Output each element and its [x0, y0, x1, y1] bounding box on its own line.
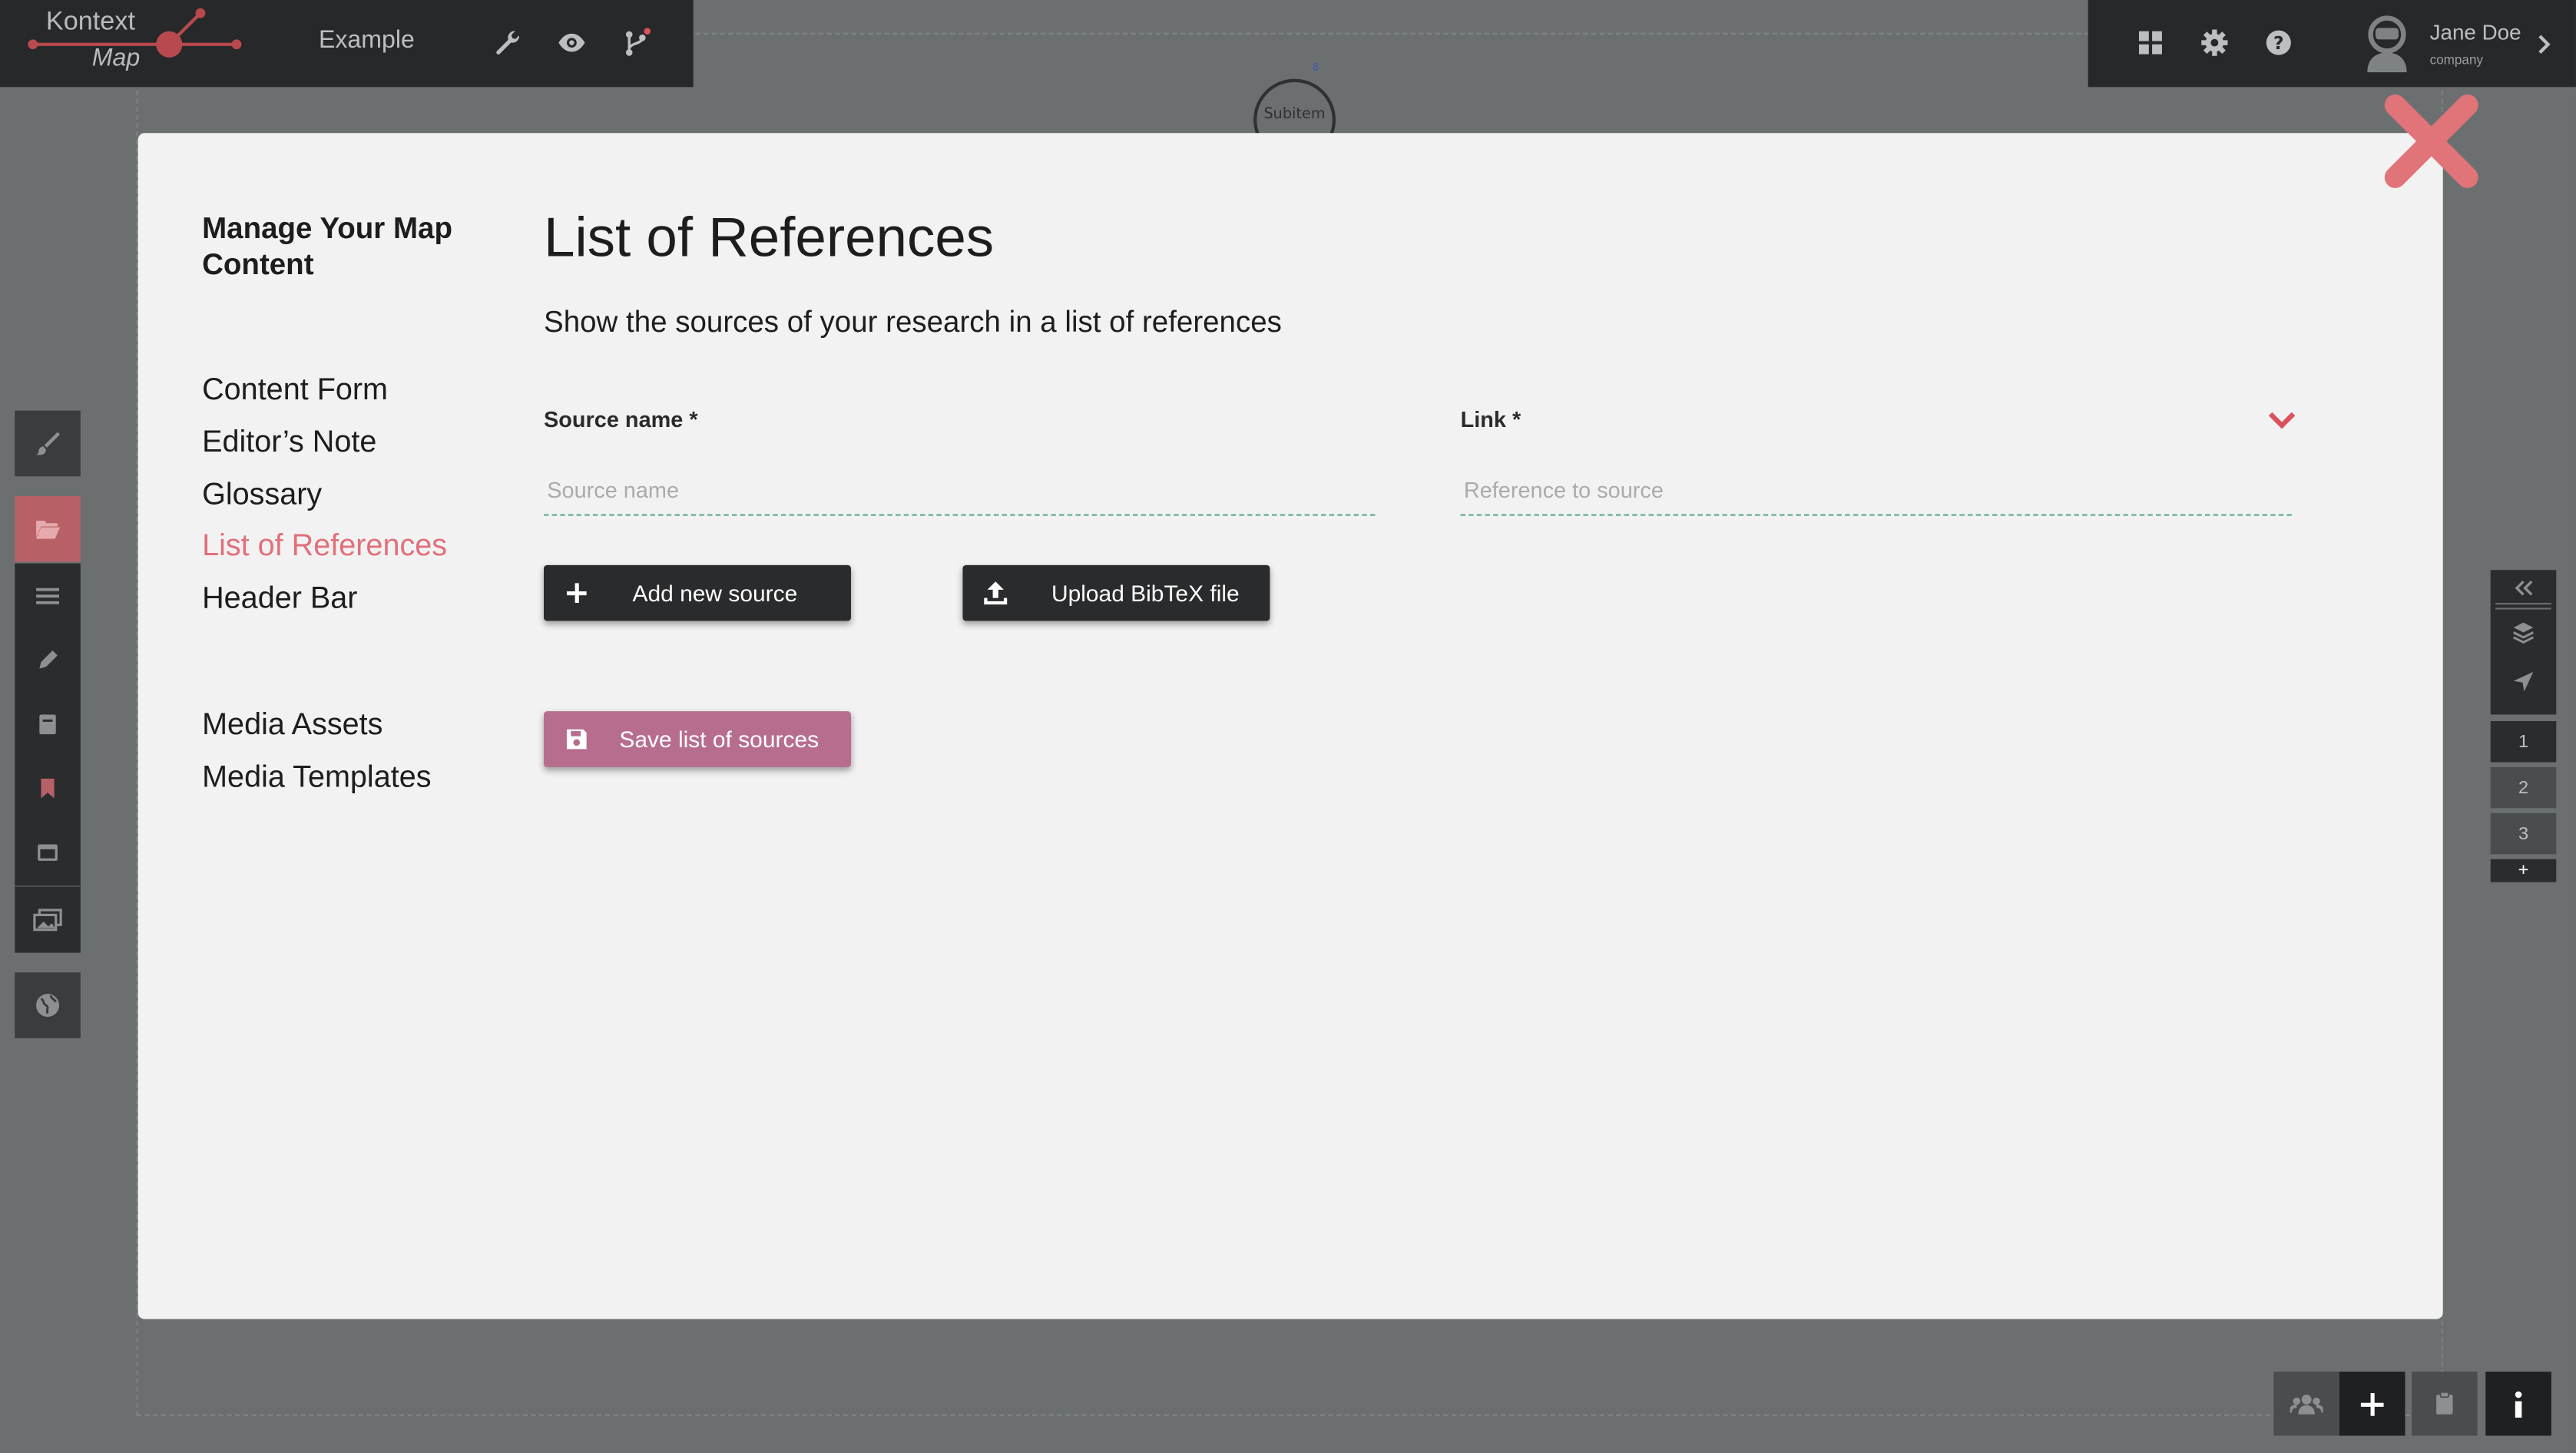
grid-icon[interactable]	[2136, 28, 2166, 58]
content-toolbar	[15, 563, 81, 953]
map-name[interactable]: Example	[319, 26, 415, 54]
add-new-source-label: Add new source	[632, 580, 798, 607]
clipboard-button[interactable]	[2412, 1372, 2478, 1436]
upload-bibtex-label: Upload BibTeX file	[1051, 580, 1240, 607]
chevron-down-icon[interactable]	[2267, 409, 2297, 432]
sidebar-item-media-assets[interactable]: Media Assets	[202, 707, 382, 743]
sidebar-item-content-form[interactable]: Content Form	[202, 371, 388, 407]
chevron-right-icon[interactable]	[2535, 33, 2551, 56]
save-sources-label: Save list of sources	[619, 726, 819, 753]
eye-icon[interactable]	[557, 28, 587, 58]
page-title: List of References	[544, 207, 995, 270]
wrench-icon[interactable]	[493, 28, 523, 58]
avatar-icon[interactable]	[2359, 13, 2415, 75]
link-label: Link *	[1460, 407, 1521, 432]
sidebar-item-list-of-references[interactable]: List of References	[202, 528, 447, 564]
clipboard-icon	[2436, 1391, 2453, 1415]
logo-subtitle: Map	[91, 44, 141, 73]
right-toolbar	[2490, 570, 2557, 715]
top-bar-right: ? Jane Doe company	[2088, 0, 2576, 88]
page-button-3[interactable]: 3	[2490, 813, 2557, 855]
upload-bibtex-button[interactable]: Upload BibTeX file	[962, 564, 1270, 621]
sidebar-item-editors-note[interactable]: Editor’s Note	[202, 424, 376, 460]
user-name[interactable]: Jane Doe	[2430, 20, 2521, 45]
upload-icon	[984, 581, 1008, 605]
plus-icon	[2360, 1392, 2384, 1415]
globe-tool-button[interactable]	[15, 972, 81, 1038]
pen-icon	[39, 650, 58, 669]
info-button[interactable]	[2485, 1372, 2551, 1436]
collapse-icon[interactable]	[2514, 580, 2534, 596]
location-arrow-icon[interactable]	[2512, 670, 2535, 693]
page-subtitle: Show the sources of your research in a l…	[544, 305, 1282, 339]
bookmark-tool-button[interactable]	[15, 759, 81, 818]
collaborators-button[interactable]	[2273, 1372, 2339, 1436]
gear-icon[interactable]	[2200, 28, 2230, 58]
pen-tool-button[interactable]	[15, 631, 81, 690]
folder-tool-button[interactable]	[15, 495, 81, 562]
toolbar-divider	[2495, 603, 2551, 605]
sidebar-item-header-bar[interactable]: Header Bar	[202, 580, 357, 616]
close-icon[interactable]	[2382, 92, 2481, 190]
window-icon	[38, 844, 58, 861]
sidebar-item-glossary[interactable]: Glossary	[202, 476, 322, 512]
page-button-2[interactable]: 2	[2490, 766, 2557, 809]
top-bar-left: Kontext Map Example	[0, 0, 694, 88]
logo-title: Kontext	[45, 8, 135, 37]
sidebar-heading: Manage Your Map Content	[202, 211, 452, 281]
source-name-input[interactable]	[544, 466, 1376, 516]
plus-icon	[566, 583, 587, 604]
layers-icon[interactable]	[2512, 621, 2535, 644]
toolbar-divider	[15, 885, 81, 888]
user-org: company	[2429, 52, 2484, 68]
book-icon	[39, 714, 56, 735]
map-node-label: Subitem	[1263, 107, 1326, 124]
media-tool-button[interactable]	[15, 890, 81, 949]
brush-tool-button[interactable]	[15, 410, 81, 477]
sidebar-item-media-templates[interactable]: Media Templates	[202, 759, 431, 795]
toolbar-divider	[2495, 607, 2551, 610]
content-manager-modal: Manage Your Map Content Content Form Edi…	[137, 133, 2443, 1319]
globe-icon	[36, 994, 60, 1018]
add-page-button[interactable]: +	[2490, 859, 2557, 882]
users-icon	[2290, 1393, 2323, 1414]
branch-icon[interactable]	[621, 28, 651, 58]
map-node-tag: 8	[1313, 62, 1319, 74]
images-icon	[33, 909, 62, 932]
folder-open-icon	[36, 521, 61, 539]
app-root: Subitem 8 Kontext Map Example ? Jane Doe…	[0, 0, 2576, 1453]
add-new-source-button[interactable]: Add new source	[544, 564, 852, 621]
source-name-label: Source name *	[544, 407, 698, 432]
help-icon[interactable]: ?	[2264, 28, 2294, 58]
list-icon	[36, 587, 60, 604]
link-input[interactable]	[1460, 466, 2292, 516]
header-tool-button[interactable]	[15, 823, 81, 882]
save-sources-button[interactable]: Save list of sources	[544, 711, 852, 767]
svg-text:?: ?	[2273, 32, 2284, 54]
info-icon	[2515, 1390, 2522, 1417]
bookmark-icon	[41, 778, 55, 799]
add-button[interactable]	[2339, 1372, 2405, 1436]
list-tool-button[interactable]	[15, 567, 81, 626]
page-button-1[interactable]: 1	[2490, 721, 2557, 763]
brush-icon	[36, 432, 61, 455]
save-icon	[566, 729, 587, 750]
book-tool-button[interactable]	[15, 695, 81, 754]
